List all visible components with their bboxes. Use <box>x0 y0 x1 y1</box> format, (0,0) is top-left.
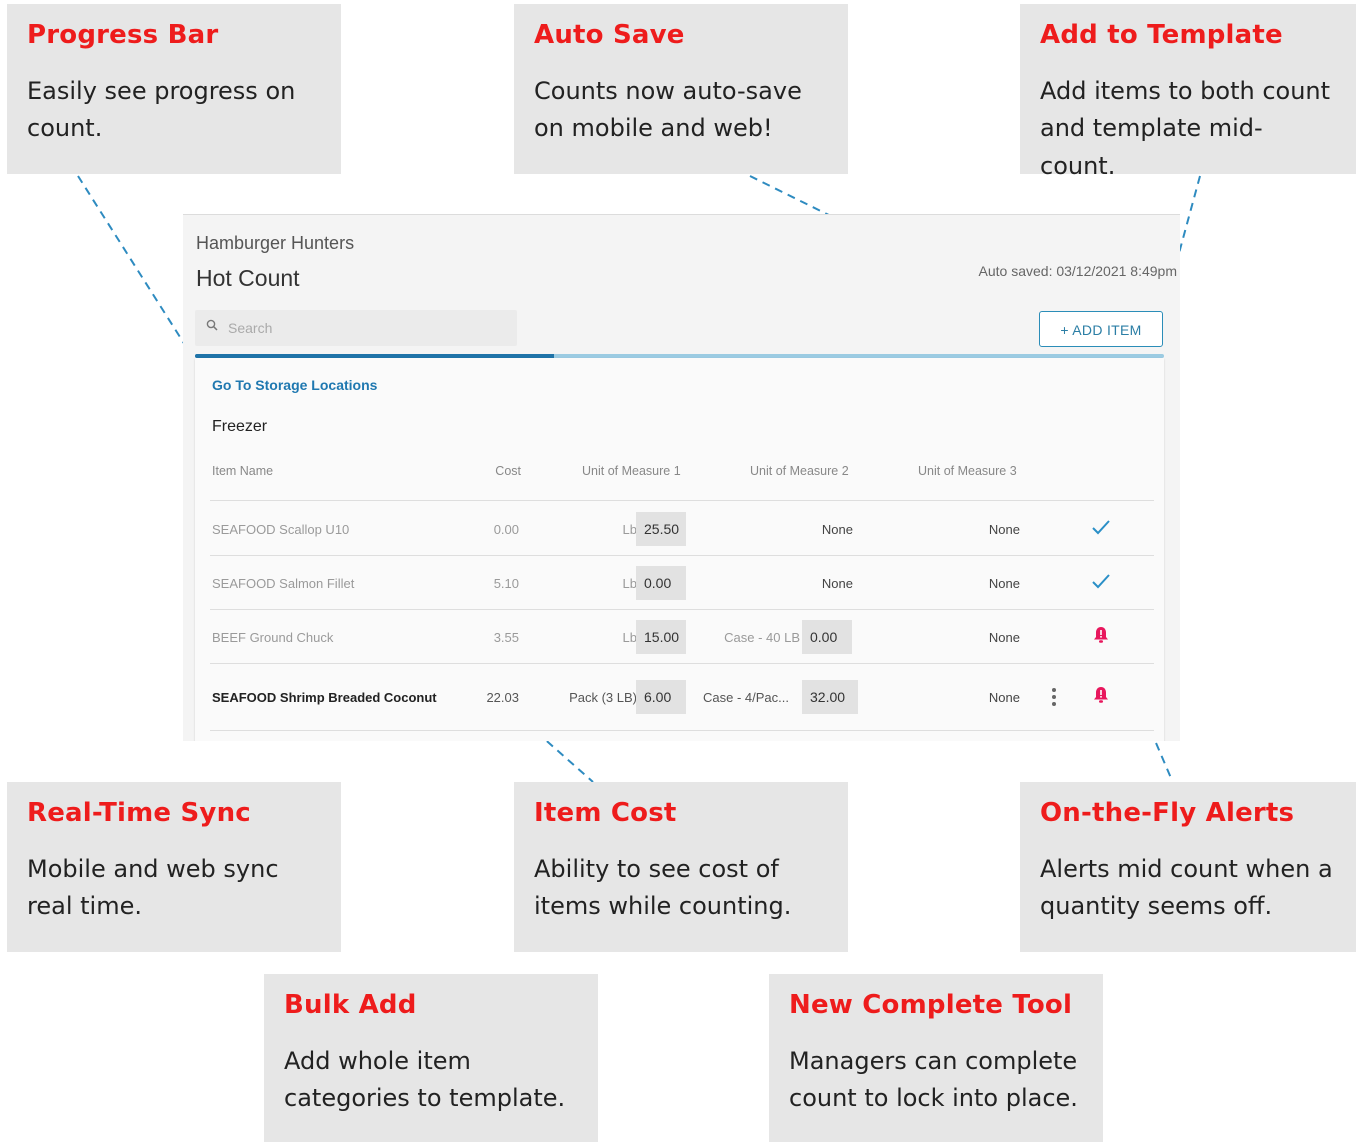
account-name: Hamburger Hunters <box>196 233 355 253</box>
leader-progress-bar <box>77 175 193 357</box>
bell-alert-icon[interactable] <box>1093 626 1109 644</box>
search-placeholder: Search <box>228 320 273 336</box>
table-row: BEEF Ground Chuck 3.55 Lb 15.00 Case - 4… <box>195 610 1164 664</box>
count-app-window: Hamburger Hunters Hot Count Auto saved: … <box>183 214 1180 741</box>
check-icon <box>1092 574 1110 589</box>
callout-title: Real-Time Sync <box>27 798 251 828</box>
count-panel: Go To Storage Locations Freezer Item Nam… <box>195 358 1164 741</box>
uom1-quantity-input[interactable]: 0.00 <box>636 566 686 600</box>
item-cost: 0.00 <box>493 522 519 537</box>
callout-title: Bulk Add <box>284 990 417 1020</box>
uom2-quantity-input[interactable]: 0.00 <box>802 620 852 654</box>
callout-new-complete-tool: New Complete Tool Managers can complete … <box>769 974 1103 1142</box>
callout-item-cost: Item Cost Ability to see cost of items w… <box>514 782 848 952</box>
callout-title: New Complete Tool <box>789 990 1073 1020</box>
callout-body: Alerts mid count when a quantity seems o… <box>1040 855 1333 921</box>
callout-add-to-template: Add to Template Add items to both count … <box>1020 4 1356 180</box>
uom1-unit: Pack (3 LB) <box>569 690 637 705</box>
item-name: SEAFOOD Shrimp Breaded Coconut <box>212 690 437 705</box>
callout-on-the-fly-alerts: On-the-Fly Alerts Alerts mid count when … <box>1020 782 1356 952</box>
uom3-none: None <box>988 522 1020 537</box>
uom3-none: None <box>988 630 1020 645</box>
callout-body: Counts now auto-save on mobile and web! <box>534 77 802 143</box>
item-cost: 22.03 <box>486 690 519 705</box>
table-row: SEAFOOD Salmon Fillet 5.10 Lb 0.00 None … <box>195 556 1164 610</box>
uom1-quantity-input[interactable]: 25.50 <box>636 512 686 546</box>
column-header-item-name: Item Name <box>212 464 274 478</box>
callout-title: Item Cost <box>534 798 677 828</box>
table-row: SEAFOOD Scallop U10 0.00 Lb 25.50 None N… <box>195 501 1164 555</box>
callout-body: Managers can complete count to lock into… <box>789 1047 1078 1113</box>
item-cost: 3.55 <box>493 630 519 645</box>
callout-title: Auto Save <box>534 20 685 50</box>
callout-title: Progress Bar <box>27 20 219 50</box>
search-input[interactable]: Search <box>195 310 517 346</box>
bell-alert-icon[interactable] <box>1093 686 1109 704</box>
uom2-unit: Case - 40 LB <box>724 630 800 645</box>
uom3-none: None <box>988 576 1020 591</box>
item-cost: 5.10 <box>493 576 519 591</box>
column-header-uom1: Unit of Measure 1 <box>582 464 681 478</box>
more-vert-icon[interactable] <box>1051 687 1057 707</box>
autosave-status: Auto saved: 03/12/2021 8:49pm <box>978 263 1177 279</box>
section-title: Freezer <box>212 418 268 435</box>
callout-body: Add items to both count and template mid… <box>1040 77 1331 180</box>
callout-real-time-sync: Real-Time Sync Mobile and web sync real … <box>7 782 341 952</box>
divider <box>210 730 1154 731</box>
uom1-quantity-input[interactable]: 15.00 <box>636 620 686 654</box>
callout-progress-bar: Progress Bar Easily see progress on coun… <box>7 4 341 174</box>
check-icon <box>1092 520 1110 535</box>
uom1-unit: Lb <box>622 522 637 537</box>
column-header-uom3: Unit of Measure 3 <box>918 464 1017 478</box>
table-row: SEAFOOD Shrimp Breaded Coconut 22.03 Pac… <box>195 664 1164 730</box>
item-name: SEAFOOD Scallop U10 <box>212 522 350 537</box>
callout-bulk-add: Bulk Add Add whole item categories to te… <box>264 974 598 1142</box>
callout-body: Ability to see cost of items while count… <box>534 855 792 921</box>
column-header-uom2: Unit of Measure 2 <box>750 464 849 478</box>
page-title: Hot Count <box>196 265 300 291</box>
go-to-storage-locations-link[interactable]: Go To Storage Locations <box>212 377 377 393</box>
item-name: SEAFOOD Salmon Fillet <box>212 576 355 591</box>
uom2-none: None <box>821 522 853 537</box>
uom2-quantity-input[interactable]: 32.00 <box>802 680 858 714</box>
item-name: BEEF Ground Chuck <box>212 630 334 645</box>
add-item-button[interactable]: + ADD ITEM <box>1039 311 1163 347</box>
callout-title: Add to Template <box>1040 20 1283 50</box>
callout-body: Add whole item categories to template. <box>284 1047 566 1113</box>
search-icon <box>206 319 218 331</box>
callout-title: On-the-Fly Alerts <box>1040 798 1295 828</box>
callout-auto-save: Auto Save Counts now auto-save on mobile… <box>514 4 848 174</box>
uom2-none: None <box>821 576 853 591</box>
uom1-quantity-input[interactable]: 6.00 <box>636 680 686 714</box>
uom1-unit: Lb <box>622 630 637 645</box>
column-header-cost: Cost <box>495 464 521 478</box>
callout-body: Easily see progress on count. <box>27 77 296 143</box>
uom1-unit: Lb <box>622 576 637 591</box>
uom2-unit: Case - 4/Pac... <box>703 690 789 705</box>
uom3-none: None <box>988 690 1020 705</box>
callout-body: Mobile and web sync real time. <box>27 855 279 921</box>
